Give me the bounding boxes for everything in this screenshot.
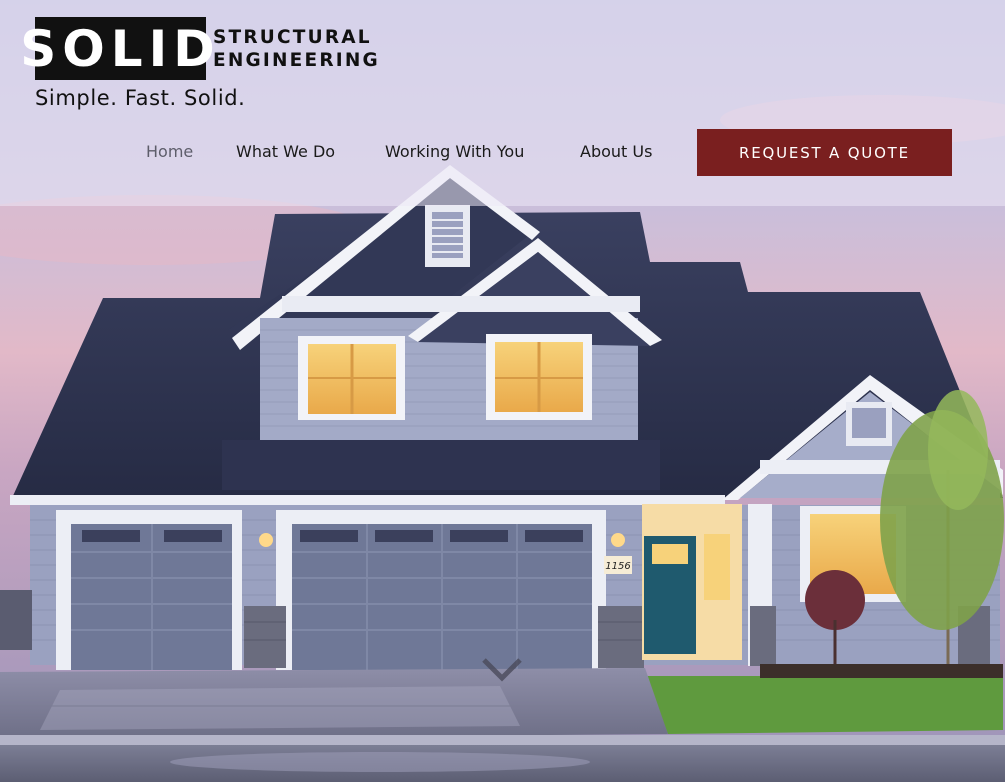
company-logo[interactable]: SOLID STRUCTURAL ENGINEERING (20, 17, 380, 80)
logo-word: SOLID (20, 17, 215, 80)
logo-line-1: STRUCTURAL (213, 26, 372, 48)
house-number: 1156 (605, 561, 630, 572)
request-quote-button[interactable]: REQUEST A QUOTE (697, 129, 952, 176)
nav-about-us[interactable]: About Us (580, 142, 652, 161)
nav-working-with-you[interactable]: Working With You (385, 142, 524, 161)
tagline: Simple. Fast. Solid. (35, 86, 246, 110)
logo-subtitle: STRUCTURAL ENGINEERING (213, 26, 380, 72)
nav-home[interactable]: Home (146, 142, 193, 161)
chevron-down-icon[interactable] (482, 656, 522, 688)
nav-what-we-do[interactable]: What We Do (236, 142, 335, 161)
logo-line-2: ENGINEERING (213, 49, 380, 71)
